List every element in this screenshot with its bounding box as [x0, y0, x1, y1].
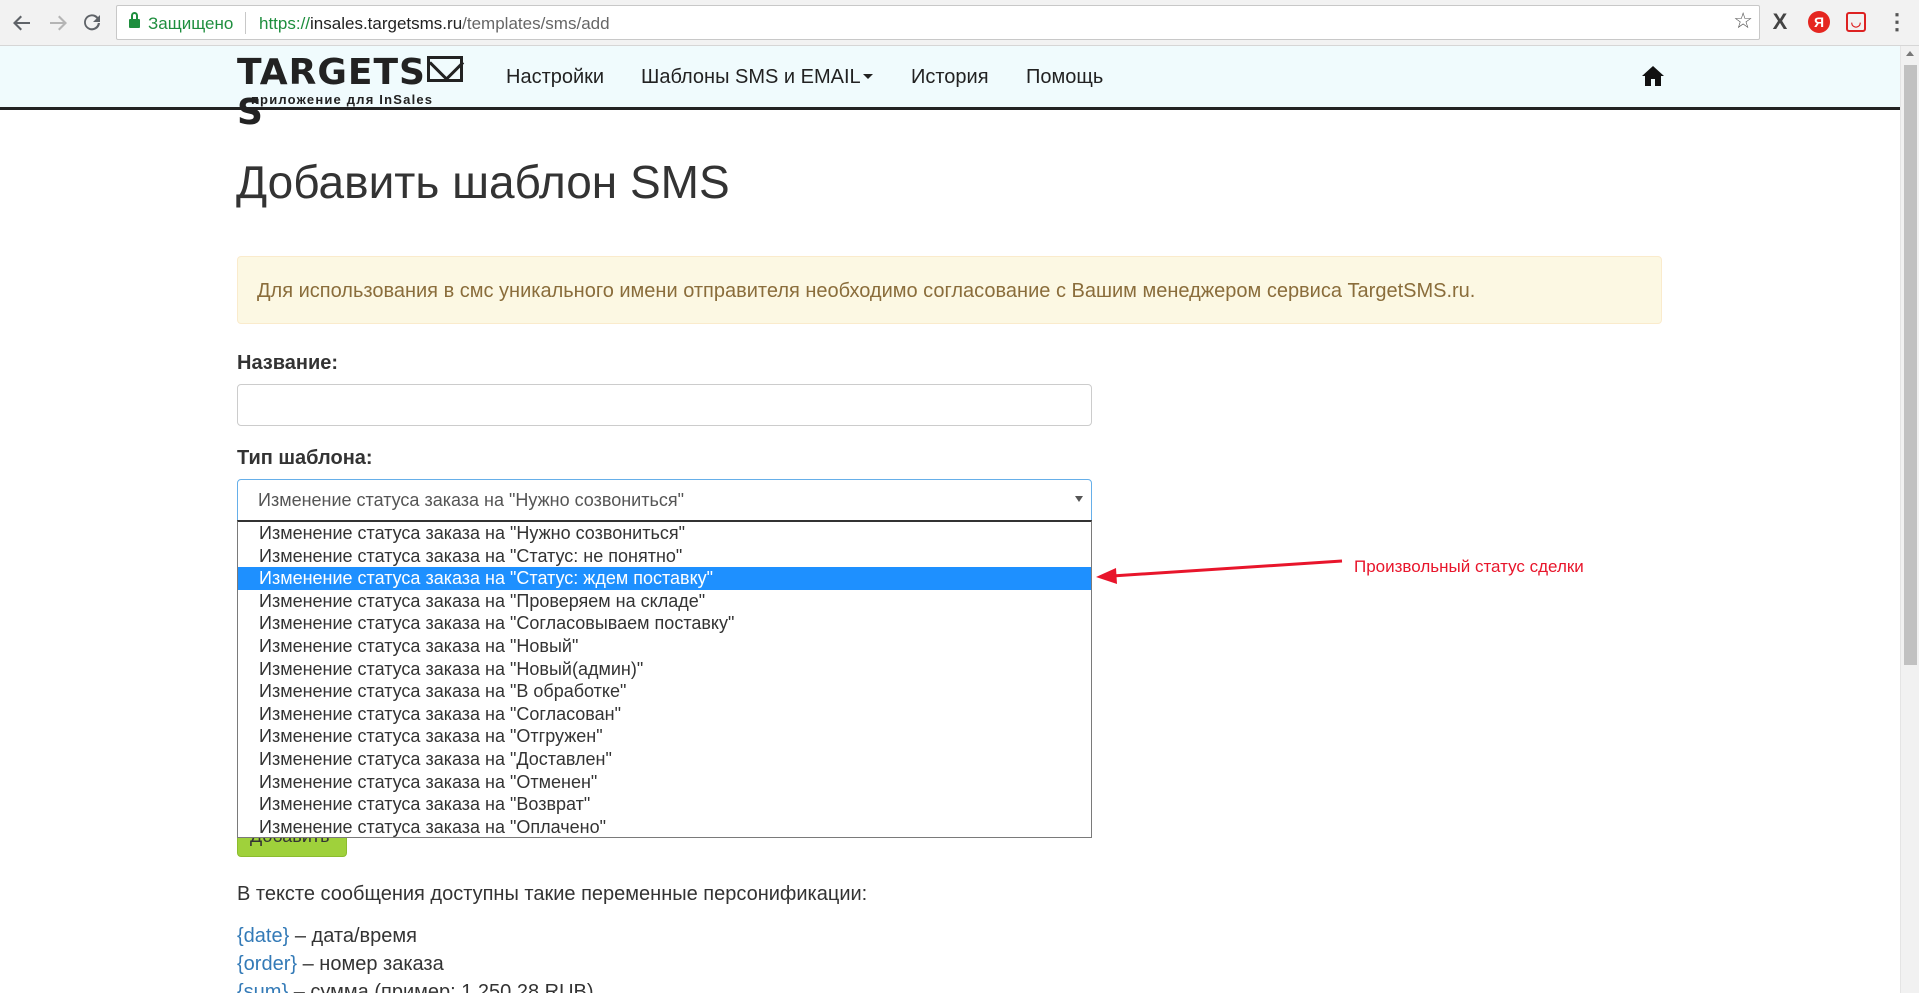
browser-menu-icon[interactable]: ⋮: [1886, 10, 1908, 34]
secure-label: Защищено: [148, 14, 234, 33]
logo-subtitle: приложение для InSales: [251, 92, 434, 107]
name-label: Название:: [237, 352, 339, 374]
variable-name[interactable]: {order}: [237, 953, 297, 975]
variable-line: {sum} – сумма (пример: 1 250,28 RUB): [237, 981, 594, 993]
dropdown-option[interactable]: Изменение статуса заказа на "Нужно созво…: [238, 522, 1091, 545]
variable-name[interactable]: {sum}: [237, 981, 288, 993]
dropdown-option[interactable]: Изменение статуса заказа на "В обработке…: [238, 680, 1091, 703]
sender-name-alert: Для использования в смс уникального имен…: [237, 256, 1662, 324]
home-icon[interactable]: [1641, 64, 1665, 88]
targetsms-logo[interactable]: TARGETSS приложение для InSales: [237, 53, 469, 133]
dropdown-option[interactable]: Изменение статуса заказа на "Статус: жде…: [238, 567, 1091, 590]
annotation-arrow: [1096, 559, 1343, 584]
forward-arrow-icon[interactable]: [44, 9, 72, 37]
nav-help[interactable]: Помощь: [1026, 66, 1103, 89]
dropdown-option[interactable]: Изменение статуса заказа на "Отгружен": [238, 725, 1091, 748]
template-type-selected-value: Изменение статуса заказа на "Нужно созво…: [258, 490, 684, 510]
variable-name[interactable]: {date}: [237, 925, 289, 947]
bookmark-star-icon[interactable]: ☆: [1733, 8, 1753, 34]
dropdown-option[interactable]: Изменение статуса заказа на "Согласовыва…: [238, 612, 1091, 635]
dropdown-option[interactable]: Изменение статуса заказа на "Новый(админ…: [238, 658, 1091, 681]
dropdown-option[interactable]: Изменение статуса заказа на "Статус: не …: [238, 545, 1091, 568]
nav-templates-dropdown[interactable]: Шаблоны SMS и EMAIL: [641, 66, 873, 89]
scroll-thumb[interactable]: [1904, 65, 1917, 665]
dropdown-option[interactable]: Изменение статуса заказа на "Отменен": [238, 771, 1091, 794]
template-type-label: Тип шаблона:: [237, 447, 373, 469]
scroll-up-arrow-icon[interactable]: [1906, 51, 1914, 56]
template-type-select[interactable]: Изменение статуса заказа на "Нужно созво…: [237, 479, 1092, 522]
envelope-icon: [426, 56, 463, 82]
page-scrollbar[interactable]: [1900, 46, 1919, 993]
variable-line: {order} – номер заказа: [237, 953, 444, 975]
lock-icon: [129, 12, 140, 28]
nav-settings[interactable]: Настройки: [506, 66, 604, 89]
shield-extension-icon[interactable]: ◡: [1846, 12, 1866, 32]
dropdown-option[interactable]: Изменение статуса заказа на "Согласован": [238, 703, 1091, 726]
variables-intro: В тексте сообщения доступны такие переме…: [237, 883, 868, 905]
app-navbar: TARGETSS приложение для InSales Настройк…: [0, 46, 1900, 133]
dropdown-option[interactable]: Изменение статуса заказа на "Новый": [238, 635, 1091, 658]
template-name-input[interactable]: [237, 384, 1092, 426]
dropdown-option[interactable]: Изменение статуса заказа на "Оплачено": [238, 816, 1091, 837]
select-arrow-icon: [1075, 496, 1083, 502]
template-type-dropdown-list[interactable]: Изменение статуса заказа на "Нужно созво…: [237, 520, 1092, 838]
yandex-extension-icon[interactable]: Я: [1808, 11, 1830, 33]
annotation-label: Произвольный статус сделки: [1354, 557, 1584, 576]
browser-toolbar: Защищено https://insales.targetsms.ru/te…: [0, 0, 1919, 46]
back-arrow-icon[interactable]: [8, 9, 36, 37]
page-title: Добавить шаблон SMS: [236, 156, 730, 208]
caret-down-icon: [862, 74, 873, 79]
dropdown-option[interactable]: Изменение статуса заказа на "Проверяем н…: [238, 590, 1091, 613]
x-extension-icon[interactable]: X: [1768, 10, 1792, 34]
variable-line: {date} – дата/время: [237, 925, 417, 947]
dropdown-option[interactable]: Изменение статуса заказа на "Возврат": [238, 793, 1091, 816]
reload-icon[interactable]: [78, 9, 106, 37]
nav-history[interactable]: История: [911, 66, 989, 89]
url-text[interactable]: https://insales.targetsms.ru/templates/s…: [259, 14, 610, 34]
url-separator: [245, 12, 246, 34]
address-bar[interactable]: Защищено https://insales.targetsms.ru/te…: [116, 5, 1760, 40]
dropdown-option[interactable]: Изменение статуса заказа на "Доставлен": [238, 748, 1091, 771]
